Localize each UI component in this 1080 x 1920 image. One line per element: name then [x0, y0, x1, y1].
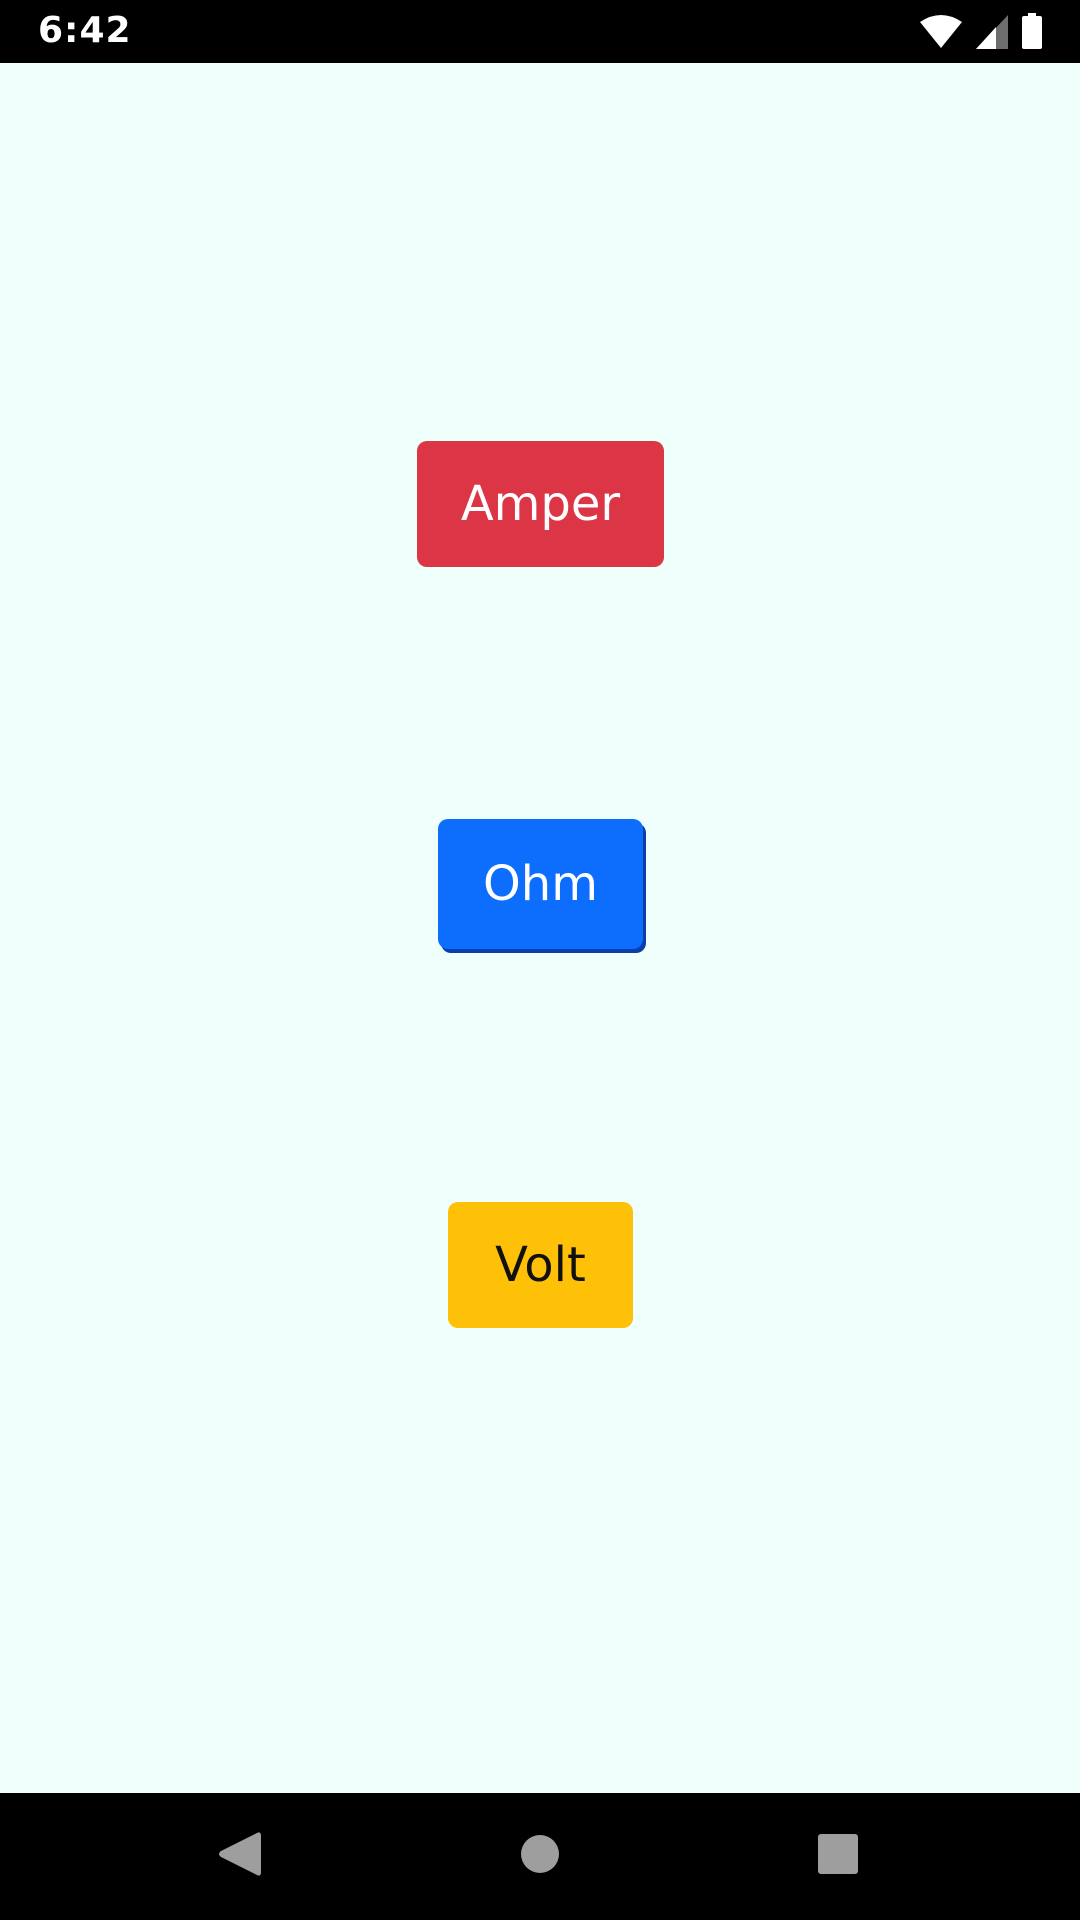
home-button[interactable] — [480, 1793, 600, 1920]
home-icon — [520, 1834, 560, 1879]
cellular-signal-icon — [976, 15, 1008, 49]
recent-apps-button[interactable] — [778, 1793, 898, 1920]
amper-button[interactable]: Amper — [417, 441, 664, 567]
wifi-icon — [920, 15, 962, 49]
app-content: Amper Ohm Volt — [0, 63, 1080, 1793]
volt-button[interactable]: Volt — [448, 1202, 633, 1328]
back-icon — [217, 1830, 261, 1883]
battery-icon — [1022, 13, 1042, 49]
status-icons — [920, 13, 1042, 49]
status-time: 6:42 — [38, 10, 132, 51]
phone-screen: 6:42 Amper Ohm Volt — [0, 0, 1080, 1920]
navigation-bar — [0, 1793, 1080, 1920]
status-bar: 6:42 — [0, 0, 1080, 63]
recent-apps-icon — [817, 1833, 859, 1880]
back-button[interactable] — [179, 1793, 299, 1920]
ohm-button[interactable]: Ohm — [438, 819, 643, 949]
